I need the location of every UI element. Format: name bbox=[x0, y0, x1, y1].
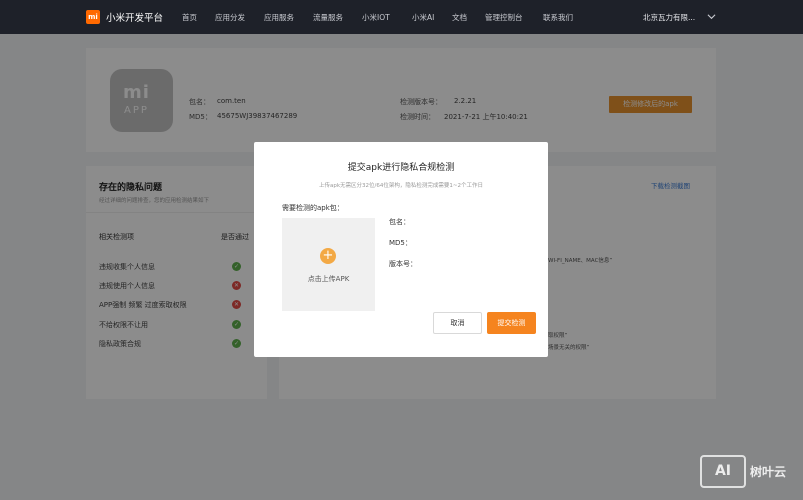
watermark-text: 树叶云 bbox=[750, 465, 787, 479]
nav-item-mi-ai[interactable]: 小米AI bbox=[412, 12, 434, 23]
plus-icon[interactable]: + bbox=[320, 248, 336, 264]
submit-check-button[interactable]: 提交检测 bbox=[487, 312, 536, 334]
nav-item-console[interactable]: 管理控制台 bbox=[485, 12, 523, 23]
apk-upload-area[interactable] bbox=[282, 218, 375, 311]
dialog-title: 提交apk进行隐私合规检测 bbox=[347, 163, 455, 173]
dialog-md5-label: MD5： bbox=[389, 239, 412, 247]
nav-item-mi-iot[interactable]: 小米IOT bbox=[362, 12, 390, 23]
nav-item-home[interactable]: 首页 bbox=[182, 12, 197, 23]
upload-field-label: 需要检测的apk包： bbox=[282, 204, 344, 212]
upload-apk-text[interactable]: 点击上传APK bbox=[282, 274, 375, 284]
dialog-version-label: 版本号： bbox=[389, 260, 417, 268]
brand-title[interactable]: 小米开发平台 bbox=[106, 10, 163, 24]
watermark-logo: AI bbox=[700, 455, 746, 488]
account-company-name[interactable]: 北京瓦力有限... bbox=[643, 12, 695, 23]
mi-logo[interactable]: mi bbox=[86, 10, 100, 24]
nav-item-docs[interactable]: 文档 bbox=[452, 12, 467, 23]
nav-item-contact[interactable]: 联系我们 bbox=[543, 12, 573, 23]
chevron-down-icon[interactable] bbox=[707, 12, 716, 21]
nav-item-app-distribution[interactable]: 应用分发 bbox=[215, 12, 245, 23]
dialog-package-label: 包名： bbox=[389, 218, 410, 226]
nav-item-traffic-services[interactable]: 流量服务 bbox=[313, 12, 343, 23]
cancel-button[interactable]: 取消 bbox=[433, 312, 482, 334]
nav-item-app-services[interactable]: 应用服务 bbox=[264, 12, 294, 23]
dialog-subtitle: 上传apk无需区分32位/64位架构，隐私检测完成需要1~2个工作日 bbox=[318, 183, 483, 189]
